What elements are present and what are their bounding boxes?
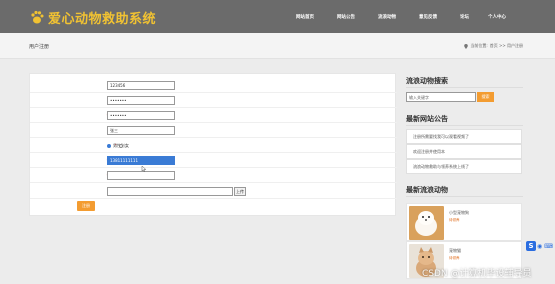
adoption-status: 待领养 [449, 218, 460, 222]
nav-forum[interactable]: 论坛 [460, 14, 469, 20]
divider [406, 125, 523, 126]
registration-form: *账号: 123456 *密码: ••••••• *确认密码: ••••••• … [29, 73, 397, 216]
name-input[interactable]: 张三 [107, 126, 175, 135]
notice-item[interactable]: 欢迎注册并使用本 [406, 144, 522, 159]
password-input[interactable]: ••••••• [107, 96, 175, 105]
nav-stray-animals[interactable]: 流浪动物 [378, 14, 396, 20]
search-section-title: 流浪动物搜索 [406, 77, 448, 85]
account-input[interactable]: 123456 [107, 81, 175, 90]
mouse-cursor-icon [141, 166, 147, 172]
site-title: 爱心动物救助系统 [48, 11, 157, 27]
form-row-phone: *手机号码: 13811111111 [30, 153, 397, 168]
notice-item[interactable]: 流浪动物救助与领养系统上线了 [406, 159, 522, 174]
form-row-avatar: *头像: 上传 [30, 184, 397, 199]
breadcrumb-path[interactable]: 首页 >> 用户注册 [490, 43, 523, 49]
site-logo[interactable]: 爱心动物救助系统 [30, 7, 156, 27]
gender-female-label: 女 [125, 143, 129, 148]
confirm-password-input[interactable]: ••••••• [107, 111, 175, 120]
form-row-gender: *性别: 男 女 [30, 138, 397, 153]
breadcrumb: 当前位置: 首页 >> 用户注册 [464, 43, 523, 49]
notice-section-title: 最新网站公告 [406, 115, 448, 123]
form-row-account: *账号: 123456 [30, 78, 397, 93]
animal-name: 宠物猫 [449, 248, 461, 253]
location-pin-icon [464, 43, 469, 49]
form-row-name: *姓名: 张三 [30, 123, 397, 138]
breadcrumb-bar: 用户注册 当前位置: 首页 >> 用户注册 [0, 33, 555, 59]
form-row-confirm-password: *确认密码: ••••••• [30, 108, 397, 123]
notice-item[interactable]: 注册所需要找我可以观看视频了 [406, 129, 522, 144]
nav-feedback[interactable]: 意见反馈 [419, 14, 437, 20]
upload-button[interactable]: 上传 [234, 187, 246, 196]
ime-status-icon: ◉ ⌨ [537, 243, 553, 250]
avatar-file-field[interactable] [107, 187, 233, 196]
ime-icon[interactable]: S [526, 241, 536, 251]
form-row-password: *密码: ••••••• [30, 93, 397, 108]
address-input[interactable] [107, 171, 175, 180]
animal-search-input[interactable]: 输入关键字 [406, 92, 476, 102]
dog-photo [409, 206, 444, 240]
top-header: 爱心动物救助系统 网站首页 网站公告 流浪动物 意见反馈 论坛 个人中心 [0, 0, 555, 33]
register-button[interactable]: 注册 [77, 201, 95, 211]
location-label: 当前位置: [470, 43, 488, 48]
nav-profile[interactable]: 个人中心 [488, 14, 506, 20]
phone-input[interactable]: 13811111111 [107, 156, 175, 165]
animals-section-title: 最新流浪动物 [406, 186, 448, 194]
watermark: CSDN @计算机毕设辅导员 [422, 269, 532, 279]
gender-radio-group: 男 女 [107, 143, 129, 149]
paw-icon [30, 9, 44, 25]
nav-home[interactable]: 网站首页 [296, 14, 314, 20]
gender-female-radio[interactable] [119, 144, 123, 148]
form-row-address: *联系地址: [30, 168, 397, 183]
animal-card[interactable]: 小型宠物狗 待领养 [406, 203, 522, 241]
page-title: 用户注册 [29, 44, 50, 50]
animal-name: 小型宠物狗 [449, 210, 469, 215]
adoption-status: 待领养 [449, 256, 460, 260]
nav-announcements[interactable]: 网站公告 [337, 14, 355, 20]
divider [406, 196, 523, 197]
search-button[interactable]: 搜索 [477, 92, 494, 102]
divider [406, 87, 523, 88]
gender-male-label: 男 [113, 143, 117, 148]
gender-male-radio[interactable] [107, 144, 111, 148]
